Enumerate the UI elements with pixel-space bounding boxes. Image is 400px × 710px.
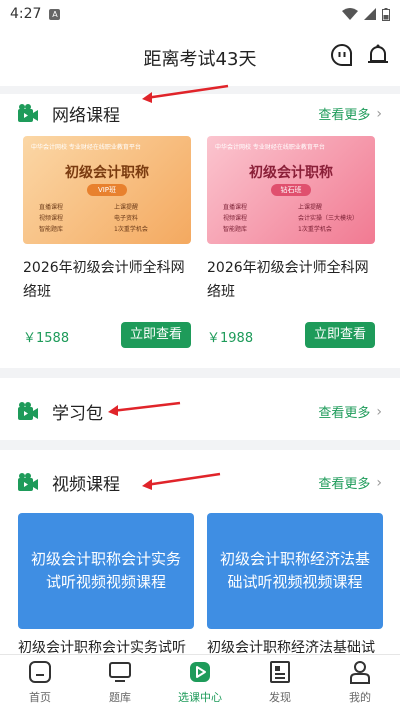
news-icon: [270, 661, 290, 683]
video-camera-icon: [18, 402, 38, 420]
course-item[interactable]: 中华会计网校 专业财经在线职业教育平台 初级会计职称 钻石班 直播课程 上课提醒…: [207, 136, 375, 348]
chevron-right-icon: ›: [376, 474, 382, 491]
tab-course-center[interactable]: 选课中心: [160, 655, 240, 710]
chevron-right-icon: ›: [376, 105, 382, 122]
view-more-link[interactable]: 查看更多 ›: [318, 104, 382, 124]
banner-title: 初级会计职称: [65, 165, 149, 181]
view-more-label: 查看更多: [318, 108, 371, 123]
tab-mine[interactable]: 我的: [320, 655, 400, 710]
course-banner[interactable]: 中华会计网校 专业财经在线职业教育平台 初级会计职称 钻石班 直播课程 上课提醒…: [207, 136, 375, 244]
battery-icon: [382, 7, 390, 21]
tab-home[interactable]: 首页: [0, 655, 80, 710]
feature: 直播课程: [39, 204, 64, 211]
video-card[interactable]: 初级会计职称经济法基础试听视频视频课程: [207, 513, 383, 629]
chat-icon[interactable]: [330, 43, 354, 67]
play-icon: [190, 662, 210, 682]
feature: 上课提醒: [298, 204, 323, 211]
banner-features: 直播课程 上课提醒 视频课程 会计实操（三大模块） 智能题库 1次重学机会: [223, 202, 367, 233]
screen: 4:27 A 距离考试43天 网络课程 查看更多 › 中华会计网校 专业财经在线…: [0, 0, 400, 710]
bottom-tab-bar: 首页 题库 选课中心 发现 我的: [0, 654, 400, 710]
course-price: ￥1588: [23, 331, 70, 346]
bell-icon[interactable]: [366, 43, 390, 67]
video-camera-icon: [18, 104, 38, 122]
feature: 1次重学机会: [298, 226, 332, 233]
feature: 电子资料: [114, 215, 139, 222]
course-name[interactable]: 2026年初级会计师全科网络班: [23, 256, 191, 304]
notification-icon: A: [49, 8, 61, 20]
network-courses-card: 网络课程 查看更多 › 中华会计网校 专业财经在线职业教育平台 初级会计职称 V…: [0, 94, 400, 368]
annotation-arrow: [142, 472, 221, 490]
course-name[interactable]: 2026年初级会计师全科网络班: [207, 256, 375, 304]
view-more-link[interactable]: 查看更多 ›: [318, 402, 382, 422]
course-footer: ￥1588 立即查看: [23, 322, 191, 348]
signal-icon: [364, 8, 376, 20]
banner-features: 直播课程 上课提醒 视频课程 电子资料 智能题库 1次重学机会: [39, 202, 183, 233]
tab-label: 选课中心: [178, 691, 222, 704]
banner-brand: 中华会计网校 专业财经在线职业教育平台: [215, 144, 325, 151]
view-more-label: 查看更多: [318, 406, 371, 421]
app-header: 距离考试43天: [0, 28, 400, 86]
package-section-header: 学习包 查看更多 ›: [0, 392, 400, 432]
status-bar: 4:27 A: [0, 0, 400, 28]
banner-badge: 钻石班: [271, 184, 311, 196]
feature: 视频课程: [223, 215, 248, 222]
tab-label: 首页: [29, 691, 51, 704]
banner-title: 初级会计职称: [249, 165, 333, 181]
section-title: 学习包: [52, 404, 103, 424]
tab-label: 我的: [349, 691, 371, 704]
video-camera-icon: [18, 473, 38, 491]
course-item[interactable]: 中华会计网校 专业财经在线职业教育平台 初级会计职称 VIP班 直播课程 上课提…: [23, 136, 191, 348]
feature: 智能题库: [223, 226, 248, 233]
course-price: ￥1988: [207, 331, 254, 346]
chevron-right-icon: ›: [376, 403, 382, 420]
tab-label: 发现: [269, 691, 291, 704]
study-package-card: 学习包 查看更多 ›: [0, 378, 400, 440]
annotation-arrow: [108, 401, 181, 416]
section-title: 网络课程: [52, 106, 120, 126]
banner-badge: VIP班: [87, 184, 127, 196]
section-title: 视频课程: [52, 475, 120, 495]
feature: 1次重学机会: [114, 226, 148, 233]
view-more-label: 查看更多: [318, 477, 371, 492]
feature: 会计实操（三大模块）: [298, 215, 359, 222]
feature: 视频课程: [39, 215, 64, 222]
tab-discover[interactable]: 发现: [240, 655, 320, 710]
video-item[interactable]: 初级会计职称经济法基础试听视频视频课程 初级会计职称经济法基础试: [207, 513, 383, 656]
view-now-button[interactable]: 立即查看: [305, 322, 375, 348]
status-right-icons: [342, 7, 390, 21]
course-footer: ￥1988 立即查看: [207, 322, 375, 348]
video-item[interactable]: 初级会计职称会计实务试听视频视频课程 初级会计职称会计实务试听: [18, 513, 194, 656]
course-banner[interactable]: 中华会计网校 专业财经在线职业教育平台 初级会计职称 VIP班 直播课程 上课提…: [23, 136, 191, 244]
tab-question-bank[interactable]: 题库: [80, 655, 160, 710]
video-card[interactable]: 初级会计职称会计实务试听视频视频课程: [18, 513, 194, 629]
monitor-icon: [109, 662, 131, 682]
feature: 直播课程: [223, 204, 248, 211]
annotation-arrow: [142, 84, 229, 103]
view-more-link[interactable]: 查看更多 ›: [318, 473, 382, 493]
status-time: 4:27: [10, 6, 42, 22]
user-icon: [350, 661, 370, 684]
home-icon: [29, 661, 51, 683]
wifi-icon: [342, 8, 358, 20]
banner-brand: 中华会计网校 专业财经在线职业教育平台: [31, 144, 141, 151]
tab-label: 题库: [109, 691, 131, 704]
feature: 智能题库: [39, 226, 64, 233]
feature: 上课提醒: [114, 204, 139, 211]
view-now-button[interactable]: 立即查看: [121, 322, 191, 348]
